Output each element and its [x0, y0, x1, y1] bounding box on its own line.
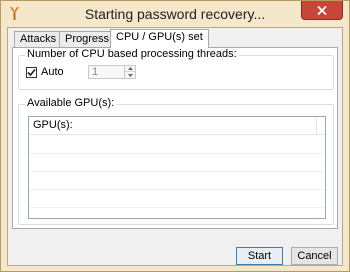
close-button[interactable] — [301, 1, 343, 20]
gpu-list-header: GPU(s): — [29, 117, 325, 135]
chevron-down-icon — [127, 73, 133, 77]
gpu-list[interactable]: GPU(s): — [28, 116, 326, 219]
cpu-threads-group: Number of CPU based processing threads: … — [18, 48, 334, 90]
title-bar[interactable]: Starting password recovery... — [1, 1, 349, 27]
auto-label: Auto — [41, 66, 64, 78]
window-title: Starting password recovery... — [84, 6, 266, 22]
close-icon — [317, 5, 327, 15]
empty-column-header — [317, 117, 325, 134]
cancel-button[interactable]: Cancel — [291, 247, 338, 265]
tab-progress[interactable]: Progress — [59, 31, 116, 47]
password-recovery-window: Starting password recovery... Attacks Pr… — [0, 0, 350, 272]
dialog-client-area: Attacks Progress CPU / GPU(s) set Number… — [7, 27, 343, 266]
spin-buttons — [124, 66, 135, 78]
available-gpus-legend: Available GPU(s): — [25, 97, 117, 109]
checkmark-icon — [27, 68, 36, 77]
cpu-gpu-tab-panel: Number of CPU based processing threads: … — [12, 47, 338, 229]
tab-cpu-gpu-set[interactable]: CPU / GPU(s) set — [110, 29, 209, 48]
threads-value: 1 — [92, 66, 99, 78]
spin-down-button[interactable] — [125, 72, 135, 78]
list-gridline — [29, 171, 325, 172]
tab-attacks[interactable]: Attacks — [14, 31, 63, 47]
gpu-column-header[interactable]: GPU(s): — [29, 117, 317, 134]
threads-spinbox[interactable]: 1 — [88, 65, 136, 79]
list-gridline — [29, 207, 325, 208]
list-gridline — [29, 189, 325, 190]
cpu-threads-legend: Number of CPU based processing threads: — [25, 48, 239, 60]
start-button[interactable]: Start — [236, 247, 283, 265]
chevron-up-icon — [127, 67, 133, 70]
available-gpus-group: Available GPU(s): GPU(s): — [18, 97, 334, 225]
list-gridline — [29, 153, 325, 154]
auto-checkbox[interactable] — [26, 67, 37, 78]
